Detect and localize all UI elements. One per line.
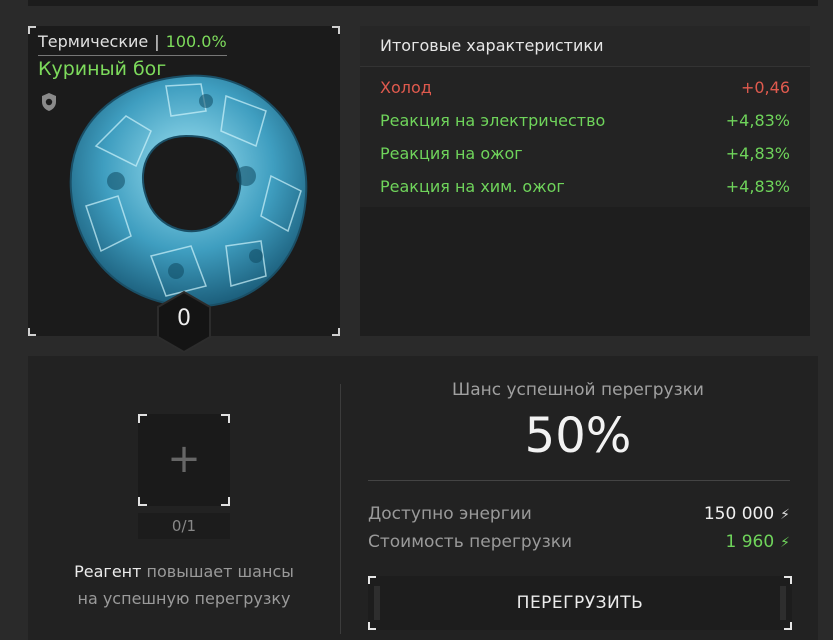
- overload-panel: + 0/1 Реагент повышает шансы на успешную…: [28, 356, 818, 640]
- top-bar: [28, 0, 818, 6]
- stat-value: +0,46: [740, 78, 790, 97]
- reagent-hint-line2: на успешную перегрузку: [77, 589, 291, 608]
- reagent-hint-bold: Реагент: [74, 562, 142, 581]
- stat-row-burn: Реакция на ожог +4,83%: [360, 137, 810, 170]
- energy-label: Доступно энергии: [368, 504, 532, 524]
- reagent-hint-text: повышает шансы: [141, 562, 294, 581]
- stat-name: Реакция на хим. ожог: [380, 177, 565, 196]
- stat-row-cold: Холод +0,46: [360, 71, 810, 104]
- frame-corner: [221, 497, 230, 506]
- stat-row-chemical-burn: Реакция на хим. ожог +4,83%: [360, 170, 810, 203]
- stat-value: +4,83%: [725, 111, 790, 130]
- artifact-level: 0: [177, 306, 191, 331]
- frame-corner: [332, 26, 340, 34]
- stat-value: +4,83%: [725, 177, 790, 196]
- energy-row: Доступно энергии 150 000 ⚡: [368, 504, 790, 524]
- cost-row: Стоимость перегрузки 1 960 ⚡: [368, 532, 790, 552]
- frame-corner: [28, 328, 36, 336]
- artifact-image: [69, 74, 308, 308]
- frame-corner: [221, 414, 230, 423]
- frame-corner: [138, 497, 147, 506]
- stats-list: Холод +0,46 Реакция на электричество +4,…: [360, 67, 810, 207]
- chance-label: Шанс успешной перегрузки: [452, 380, 704, 400]
- lightning-icon: ⚡: [780, 507, 790, 523]
- stat-name: Реакция на ожог: [380, 144, 523, 163]
- vertical-divider: [340, 384, 341, 634]
- cost-label: Стоимость перегрузки: [368, 532, 573, 552]
- artifact-card[interactable]: Термические | 100.0% Куриный бог 0: [28, 26, 340, 354]
- cost-value-wrap: 1 960 ⚡: [725, 532, 790, 552]
- stat-row-electricity: Реакция на электричество +4,83%: [360, 104, 810, 137]
- stats-panel: Итоговые характеристики Холод +0,46 Реак…: [360, 26, 810, 336]
- stat-name: Реакция на электричество: [380, 111, 606, 130]
- stat-name: Холод: [380, 78, 432, 97]
- artifact-quality: 100.0%: [165, 32, 227, 51]
- artifact-name: Куриный бог: [38, 58, 167, 80]
- frame-corner: [332, 328, 340, 336]
- stat-value: +4,83%: [725, 144, 790, 163]
- artifact-header: Термические | 100.0%: [38, 32, 227, 56]
- energy-value-wrap: 150 000 ⚡: [704, 504, 790, 524]
- horizontal-divider: [368, 480, 790, 481]
- header-separator: |: [154, 32, 160, 51]
- lightning-icon: ⚡: [780, 535, 790, 551]
- chance-value: 50%: [524, 408, 632, 464]
- energy-value: 150 000: [703, 504, 775, 524]
- artifact-type: Термические: [38, 32, 149, 51]
- reagent-count: 0/1: [138, 513, 230, 539]
- cost-value: 1 960: [725, 532, 775, 552]
- reagent-slot[interactable]: +: [138, 414, 230, 506]
- overload-button[interactable]: ПЕРЕГРУЗИТЬ: [368, 576, 792, 630]
- plus-icon: +: [167, 436, 201, 482]
- frame-corner: [138, 414, 147, 423]
- overload-button-label: ПЕРЕГРУЗИТЬ: [516, 593, 644, 613]
- shield-icon: [42, 93, 56, 111]
- frame-corner: [28, 26, 36, 34]
- stats-title: Итоговые характеристики: [360, 26, 810, 67]
- reagent-hint: Реагент повышает шансы на успешную перег…: [48, 558, 320, 612]
